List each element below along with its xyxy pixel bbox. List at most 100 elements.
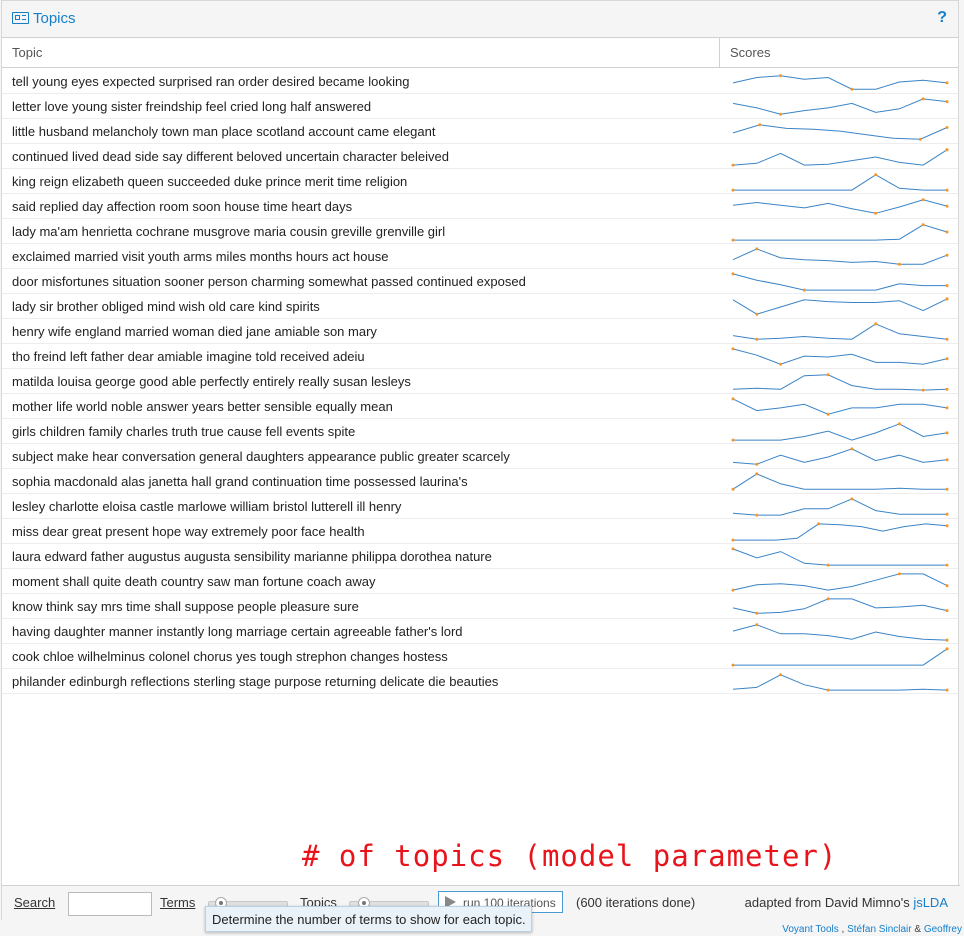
footer-amp: & (911, 924, 924, 935)
title-bar: Topics ? (2, 1, 958, 38)
topic-label: know think say mrs time shall suppose pe… (12, 599, 359, 614)
search-input[interactable] (68, 892, 152, 916)
sparkline-last-marker (945, 284, 949, 288)
sparkline-max-marker (921, 97, 925, 101)
topic-row[interactable]: king reign elizabeth queen succeeded duk… (2, 169, 958, 194)
topic-row[interactable]: lady sir brother obliged mind wish old c… (2, 294, 958, 319)
score-sparkline (732, 597, 949, 615)
sparkline-last-marker (945, 524, 949, 528)
topic-label: lesley charlotte eloisa castle marlowe w… (12, 499, 402, 514)
sparkline-last-marker (945, 609, 949, 613)
sparkline-last-marker (945, 126, 949, 129)
sparkline-min-marker (850, 87, 854, 91)
sparkline-line (732, 374, 948, 391)
score-sparkline (732, 297, 949, 316)
topic-row[interactable]: tho freind left father dear amiable imag… (2, 344, 958, 369)
topic-row[interactable]: henry wife england married woman died ja… (2, 319, 958, 344)
sparkline-line (732, 323, 948, 340)
sparkline-min-marker (826, 412, 830, 416)
topic-label: lady sir brother obliged mind wish old c… (12, 299, 320, 314)
topic-row[interactable]: subject make hear conversation general d… (2, 444, 958, 469)
score-sparkline (732, 198, 949, 215)
sparkline-last-marker (945, 297, 949, 301)
topic-row[interactable]: having daughter manner instantly long ma… (2, 619, 958, 644)
score-sparkline (731, 572, 949, 592)
topic-row[interactable]: exclaimed married visit youth arms miles… (2, 244, 958, 269)
topic-row[interactable]: tell young eyes expected surprised ran o… (2, 69, 958, 94)
sparkline-last-marker (945, 100, 949, 104)
column-header-topic[interactable]: Topic (2, 38, 720, 68)
footer-sep: , (838, 924, 848, 935)
score-sparkline (732, 623, 949, 642)
sparkline-line (732, 98, 948, 115)
credit-text: adapted from David Mimno's jsLDA (745, 895, 948, 910)
sparkline-last-marker (945, 638, 949, 642)
topic-label: matilda louisa george good able perfectl… (12, 374, 411, 389)
author2-link[interactable]: Geoffrey (924, 924, 962, 935)
sparkline-min-marker (779, 362, 783, 366)
voyant-tools-link[interactable]: Voyant Tools (782, 924, 839, 935)
sparkline-max-marker (779, 74, 783, 78)
topic-label: philander edinburgh reflections sterling… (12, 674, 499, 689)
score-sparkline (732, 123, 949, 141)
topic-row[interactable]: said replied day affection room soon hou… (2, 194, 958, 219)
topic-row[interactable]: philander edinburgh reflections sterling… (2, 669, 958, 694)
jslda-link[interactable]: jsLDA (913, 895, 948, 910)
sparkline-min-marker (918, 137, 922, 141)
sparkline-max-marker (874, 322, 878, 326)
topic-row[interactable]: know think say mrs time shall suppose pe… (2, 594, 958, 619)
search-label: Search (14, 895, 56, 910)
panel-title: Topics (33, 10, 76, 27)
sparkline-last-marker (945, 688, 949, 692)
score-sparkline (731, 347, 949, 366)
topic-row[interactable]: little husband melancholy town man place… (2, 119, 958, 144)
topic-label: laura edward father augustus augusta sen… (12, 549, 492, 564)
score-sparkline (731, 148, 949, 167)
topic-row[interactable]: letter love young sister freindship feel… (2, 94, 958, 119)
score-sparkline (731, 422, 949, 442)
sparkline-line (732, 448, 948, 465)
topic-row[interactable]: matilda louisa george good able perfectl… (2, 369, 958, 394)
terms-label: Terms (160, 895, 196, 910)
sparkline-min-marker (802, 288, 806, 292)
topic-row[interactable]: lesley charlotte eloisa castle marlowe w… (2, 494, 958, 519)
sparkline-min-marker (874, 211, 878, 215)
topic-row[interactable]: door misfortunes situation sooner person… (2, 269, 958, 294)
topic-row[interactable]: moment shall quite death country saw man… (2, 569, 958, 594)
sparkline-last-marker (945, 431, 949, 435)
sparkline-line (732, 199, 948, 214)
sparkline-line (732, 273, 947, 291)
topic-row[interactable]: sophia macdonald alas janetta hall grand… (2, 469, 958, 494)
topic-label: girls children family charles truth true… (12, 424, 356, 439)
author1-link[interactable]: Stéfan Sinclair (847, 924, 911, 935)
topic-row[interactable]: mother life world noble answer years bet… (2, 394, 958, 419)
sparkline-min-marker (731, 238, 735, 242)
sparkline-max-marker (874, 173, 878, 177)
sparkline-max-marker (731, 347, 735, 351)
topic-label: tell young eyes expected surprised ran o… (12, 74, 410, 89)
topic-row[interactable]: girls children family charles truth true… (2, 419, 958, 444)
topic-row[interactable]: cook chloe wilhelminus colonel chorus ye… (2, 644, 958, 669)
sparkline-max-marker (758, 123, 762, 127)
topic-row[interactable]: miss dear great present hope way extreme… (2, 519, 958, 544)
topic-label: said replied day affection room soon hou… (12, 199, 353, 214)
topic-row[interactable]: continued lived dead side say different … (2, 144, 958, 169)
sparkline-min-marker (897, 262, 901, 266)
sparkline-last-marker (945, 563, 949, 567)
help-icon[interactable]: ? (937, 9, 947, 27)
topic-label: lady ma'am henrietta cochrane musgrove m… (12, 224, 446, 239)
column-header-scores[interactable]: Scores (720, 38, 958, 68)
sparkline-last-marker (945, 647, 949, 651)
sparkline-max-marker (731, 397, 735, 401)
topic-label: king reign elizabeth queen succeeded duk… (12, 174, 408, 189)
topic-row[interactable]: lady ma'am henrietta cochrane musgrove m… (2, 219, 958, 244)
topic-label: tho freind left father dear amiable imag… (12, 349, 365, 364)
sparkline-line (733, 523, 948, 541)
topic-label: sophia macdonald alas janetta hall grand… (12, 474, 468, 489)
topic-row[interactable]: laura edward father augustus augusta sen… (2, 544, 958, 569)
sparkline-line (732, 498, 947, 516)
score-sparkline (731, 397, 949, 416)
sparkline-min-marker (755, 462, 759, 466)
score-sparkline (732, 497, 949, 517)
sparkline-line (732, 573, 948, 591)
